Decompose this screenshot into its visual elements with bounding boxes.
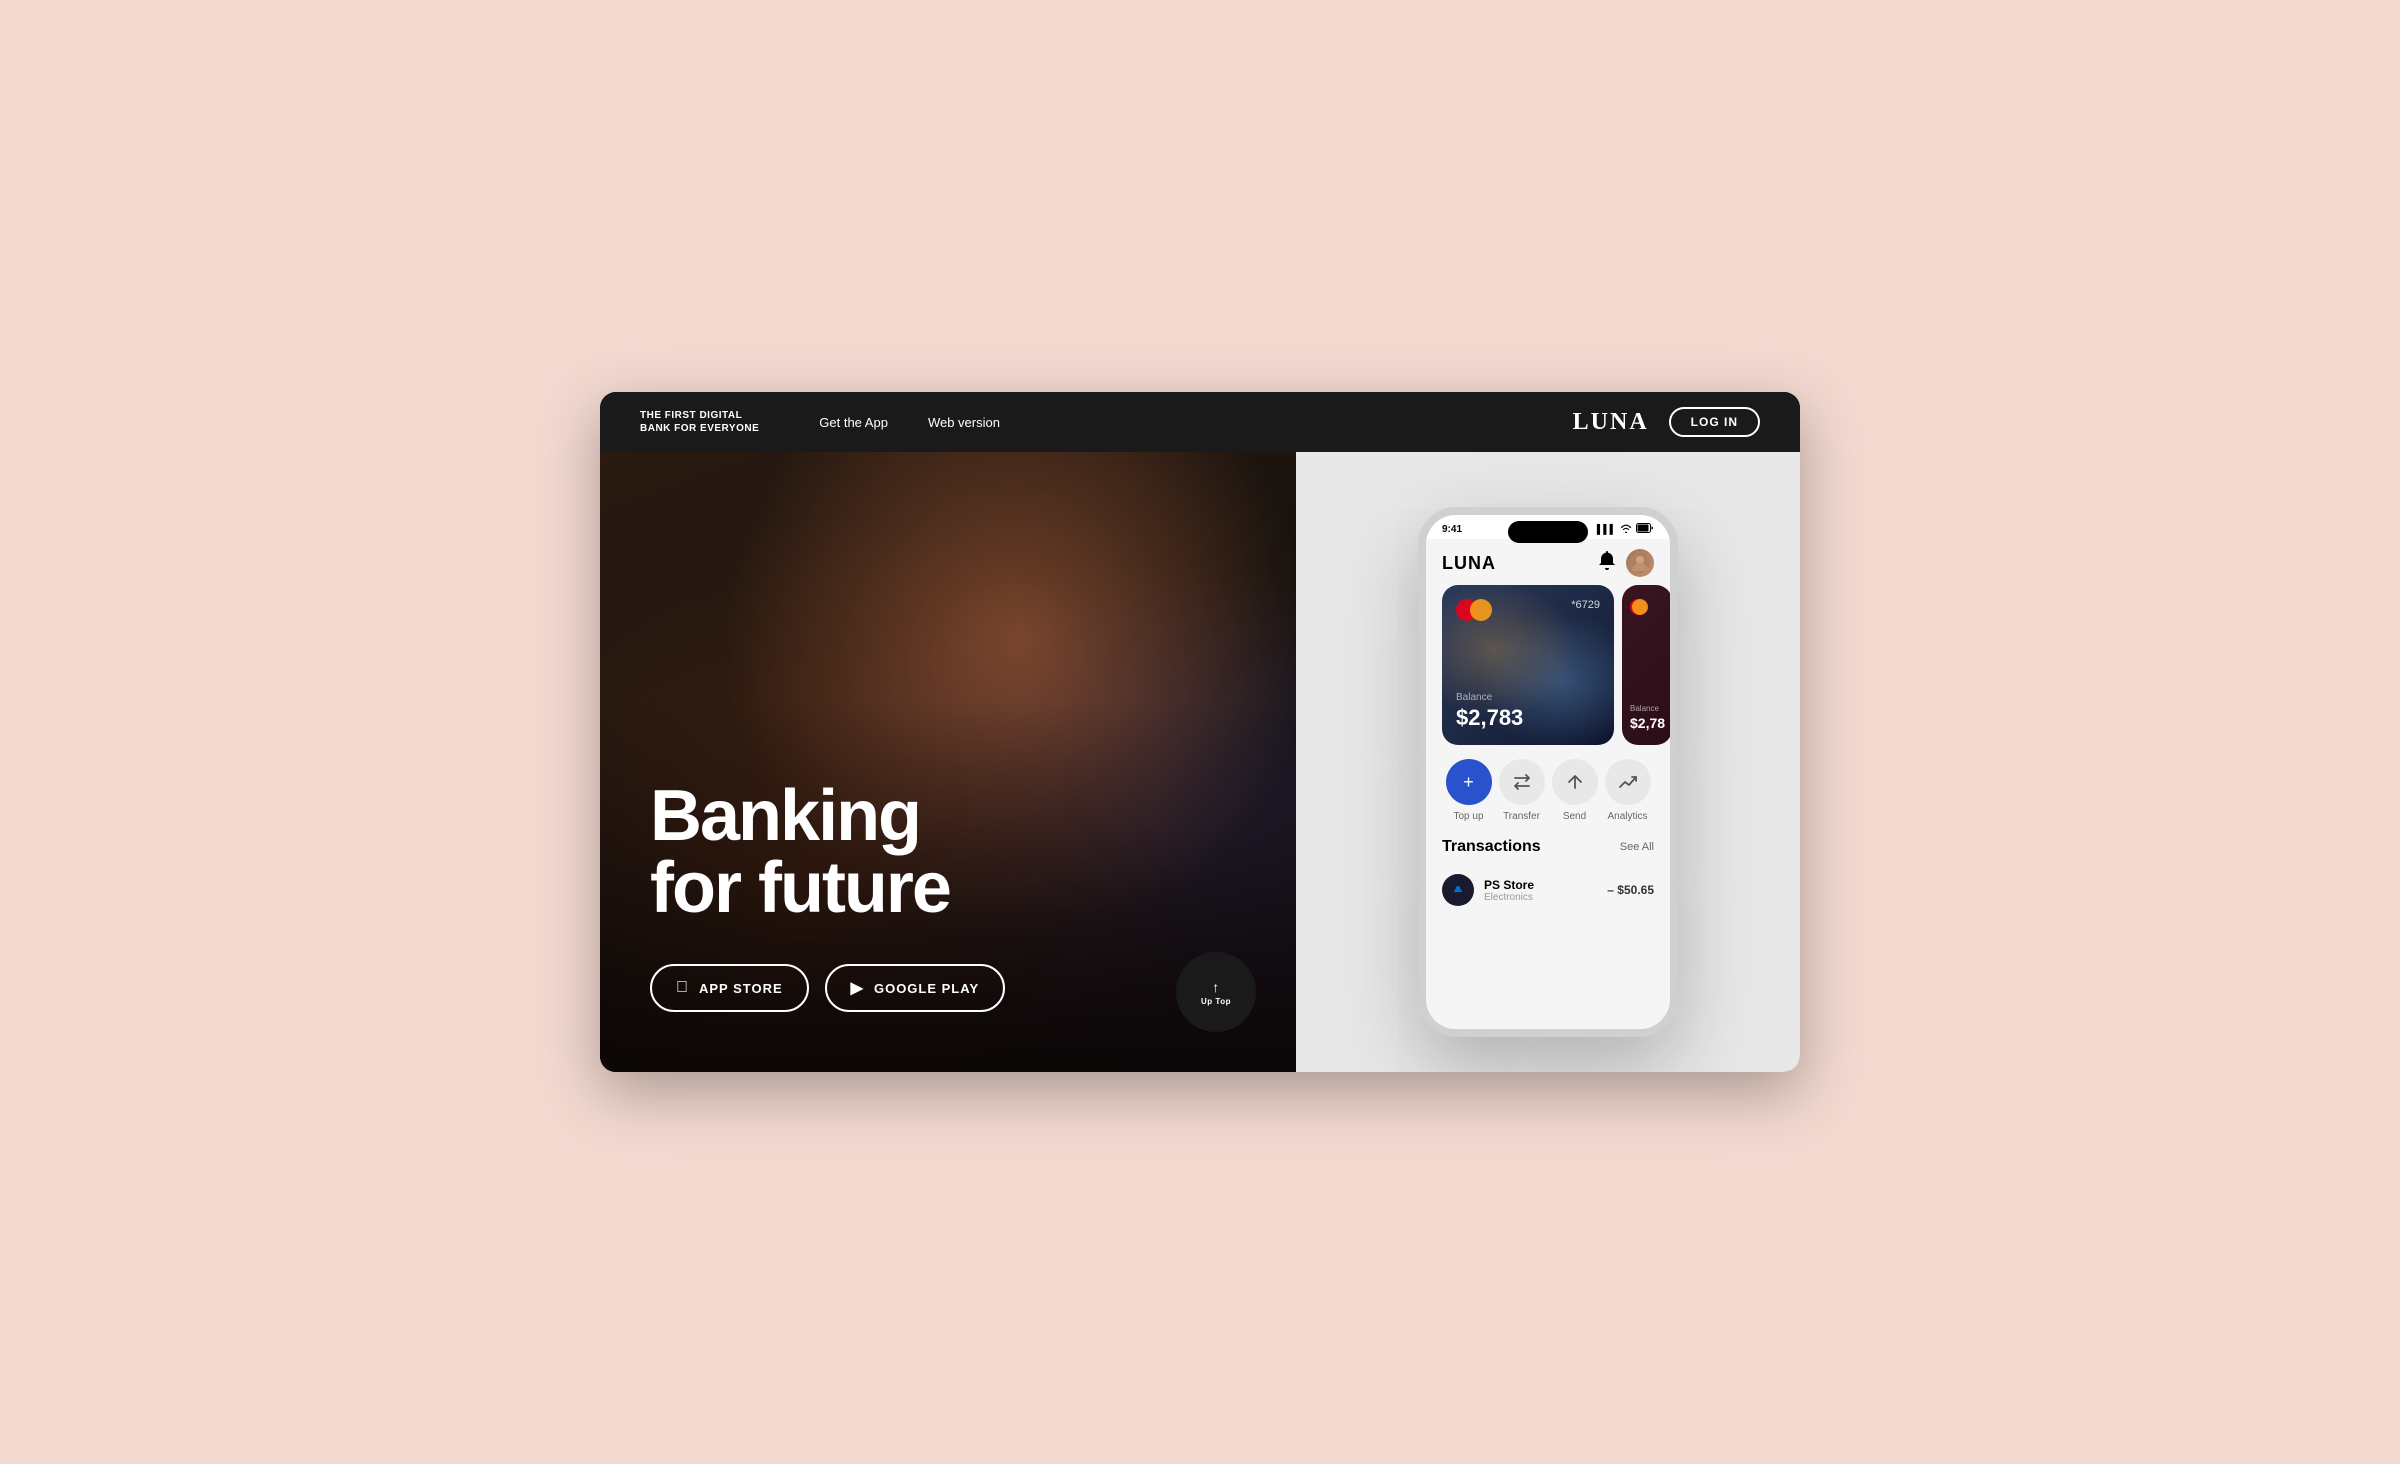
analytics-icon — [1605, 759, 1651, 805]
card-balance-value: $2,783 — [1456, 705, 1600, 731]
card-balance-label: Balance — [1456, 692, 1600, 703]
transaction-amount: – $50.65 — [1607, 883, 1654, 897]
transfer-icon — [1499, 759, 1545, 805]
top-up-label: Top up — [1453, 811, 1483, 822]
app-store-button[interactable]:  APP STORE — [650, 964, 809, 1012]
card-top: *6729 — [1456, 599, 1600, 621]
nav-brand: LUNA — [1573, 409, 1649, 436]
up-top-arrow-icon: ↑ — [1212, 979, 1220, 995]
transaction-item[interactable]: PS Store Electronics – $50.65 — [1442, 866, 1654, 914]
second-card-balance-section: Balance $2,78 — [1630, 704, 1664, 731]
transaction-info: PS Store Electronics — [1484, 878, 1597, 903]
send-icon — [1552, 759, 1598, 805]
transfer-label: Transfer — [1503, 811, 1540, 822]
card-content: *6729 Balance $2,783 — [1442, 585, 1614, 745]
second-mastercard-icon — [1630, 599, 1664, 615]
see-all-link[interactable]: See All — [1620, 841, 1654, 853]
app-logo: LUNA — [1442, 553, 1496, 574]
second-card-balance-label: Balance — [1630, 704, 1664, 713]
transactions-section: Transactions See All — [1426, 830, 1670, 1029]
signal-icon: ▌▌▌ — [1597, 524, 1616, 534]
up-top-label: Up Top — [1201, 997, 1231, 1006]
second-card-content: Balance $2,78 — [1622, 585, 1670, 745]
action-send[interactable]: Send — [1552, 759, 1598, 822]
nav-links: Get the App Web version — [819, 415, 1572, 430]
cards-scroll: *6729 Balance $2,783 — [1426, 585, 1670, 745]
mastercard-icon — [1456, 599, 1492, 621]
wifi-icon — [1620, 523, 1632, 535]
dynamic-island — [1508, 521, 1588, 543]
hero-content: Banking for future  APP STORE ▶ GOOGLE … — [650, 780, 1256, 1012]
card-number: *6729 — [1571, 599, 1600, 611]
status-time: 9:41 — [1442, 524, 1462, 535]
transaction-category: Electronics — [1484, 892, 1597, 903]
status-icons: ▌▌▌ — [1597, 523, 1654, 535]
left-panel: Banking for future  APP STORE ▶ GOOGLE … — [600, 452, 1296, 1072]
second-mc-right — [1632, 599, 1648, 615]
status-bar: 9:41 ▌▌▌ — [1426, 515, 1670, 539]
notification-icon[interactable] — [1598, 551, 1616, 576]
transaction-icon — [1442, 874, 1474, 906]
up-top-button[interactable]: ↑ Up Top — [1176, 952, 1256, 1032]
second-card-balance: $2,78 — [1630, 715, 1664, 731]
phone-app: LUNA — [1426, 539, 1670, 1029]
transactions-title: Transactions — [1442, 838, 1541, 856]
apple-icon:  — [676, 979, 689, 997]
nav-link-get-app[interactable]: Get the App — [819, 415, 888, 430]
navbar: THE FIRST DIGITAL BANK FOR EVERYONE Get … — [600, 392, 1800, 452]
store-buttons:  APP STORE ▶ GOOGLE PLAY — [650, 964, 1256, 1012]
top-up-icon: + — [1446, 759, 1492, 805]
mc-right-circle — [1470, 599, 1492, 621]
nav-tagline: THE FIRST DIGITAL BANK FOR EVERYONE — [640, 409, 759, 435]
user-avatar[interactable] — [1626, 549, 1654, 577]
browser-window: THE FIRST DIGITAL BANK FOR EVERYONE Get … — [600, 392, 1800, 1072]
hero-title: Banking for future — [650, 780, 1256, 924]
right-panel: 9:41 ▌▌▌ — [1296, 452, 1800, 1072]
analytics-label: Analytics — [1607, 811, 1647, 822]
play-icon: ▶ — [851, 978, 864, 998]
action-transfer[interactable]: Transfer — [1499, 759, 1545, 822]
phone-mockup: 9:41 ▌▌▌ — [1418, 507, 1678, 1037]
main-card[interactable]: *6729 Balance $2,783 — [1442, 585, 1614, 745]
card-balance-section: Balance $2,783 — [1456, 692, 1600, 731]
action-analytics[interactable]: Analytics — [1605, 759, 1651, 822]
phone-header-icons — [1598, 549, 1654, 577]
transactions-header: Transactions See All — [1442, 838, 1654, 856]
google-play-button[interactable]: ▶ GOOGLE PLAY — [825, 964, 1005, 1012]
action-top-up[interactable]: + Top up — [1446, 759, 1492, 822]
second-card[interactable]: Balance $2,78 — [1622, 585, 1670, 745]
nav-link-web-version[interactable]: Web version — [928, 415, 1000, 430]
phone-app-header: LUNA — [1426, 539, 1670, 585]
action-buttons: + Top up Transfer — [1426, 745, 1670, 830]
battery-icon — [1636, 523, 1654, 535]
send-label: Send — [1563, 811, 1586, 822]
login-button[interactable]: LOG IN — [1669, 407, 1760, 437]
main-content: Banking for future  APP STORE ▶ GOOGLE … — [600, 452, 1800, 1072]
transaction-name: PS Store — [1484, 878, 1597, 892]
